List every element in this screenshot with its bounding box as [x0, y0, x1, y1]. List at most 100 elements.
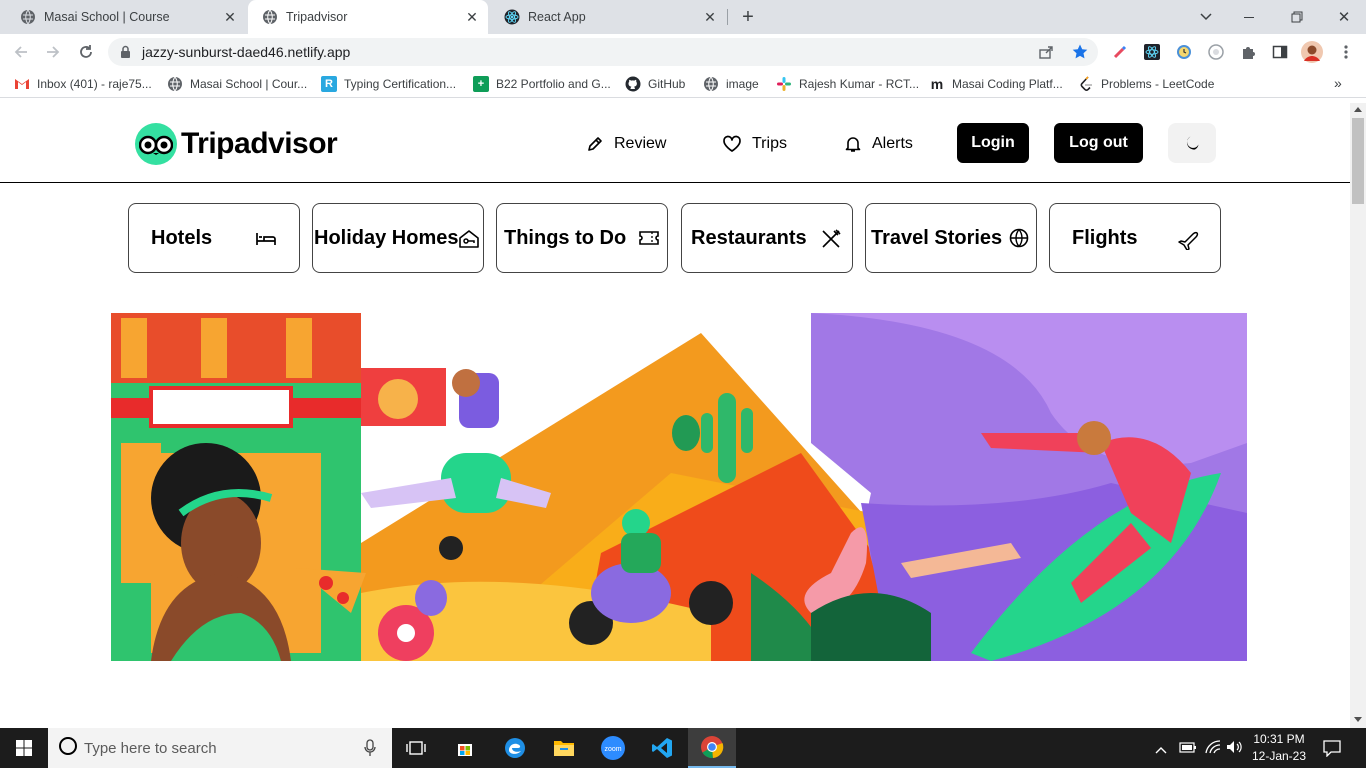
tab-title: Tripadvisor: [286, 10, 348, 24]
extension-icon[interactable]: [1204, 40, 1228, 64]
side-panel-icon[interactable]: [1268, 40, 1292, 64]
slack-icon: [776, 76, 792, 92]
category-holiday-homes[interactable]: Holiday Homes: [312, 203, 484, 273]
tab-title: Masai School | Course: [44, 10, 170, 24]
owl-logo-icon: [135, 123, 177, 165]
bookmark-label: B22 Portfolio and G...: [496, 77, 611, 91]
scroll-down-icon[interactable]: [1354, 717, 1362, 722]
nav-label: Review: [614, 135, 667, 152]
bookmark-masai-coding[interactable]: m Masai Coding Platf...: [929, 74, 1063, 94]
page-scrollbar[interactable]: [1350, 103, 1366, 728]
bookmark-gmail[interactable]: Inbox (401) - raje75...: [14, 74, 152, 94]
nav-trips[interactable]: Trips: [722, 133, 787, 155]
logo-text: Tripadvisor: [181, 127, 338, 160]
plane-icon: [1178, 228, 1200, 256]
vscode-icon[interactable]: [638, 728, 686, 768]
forward-icon[interactable]: [41, 40, 65, 64]
bookmark-label: Typing Certification...: [344, 77, 457, 91]
wifi-icon[interactable]: [1204, 739, 1222, 760]
timer-extension-icon[interactable]: [1172, 40, 1196, 64]
clock-date: 12-Jan-23: [1251, 749, 1307, 763]
nav-label: Alerts: [872, 135, 913, 152]
bookmark-label: Rajesh Kumar - RCT...: [799, 77, 920, 91]
show-hidden-icons-icon[interactable]: [1155, 741, 1167, 759]
zoom-icon[interactable]: zoom: [589, 728, 637, 768]
category-things-to-do[interactable]: Things to Do: [496, 203, 668, 273]
chrome-menu-icon[interactable]: [1334, 40, 1358, 64]
search-placeholder: Type here to search: [84, 739, 217, 757]
github-icon: [625, 76, 641, 92]
microsoft-store-icon[interactable]: [441, 728, 489, 768]
nav-alerts[interactable]: Alerts: [844, 133, 913, 155]
bookmark-image[interactable]: image: [703, 74, 759, 94]
puzzle-extensions-icon[interactable]: [1236, 40, 1260, 64]
volume-icon[interactable]: [1226, 740, 1244, 759]
taskbar-clock[interactable]: 10:31 PM 12-Jan-23: [1248, 731, 1310, 765]
bookmark-rajesh-kumar[interactable]: Rajesh Kumar - RCT...: [776, 74, 919, 94]
site-header: Tripadvisor Review Trips Alerts Login Lo…: [0, 103, 1350, 183]
bookmark-github[interactable]: GitHub: [625, 74, 685, 94]
react-devtools-icon[interactable]: [1140, 40, 1164, 64]
more-bookmarks-icon[interactable]: »: [1334, 75, 1342, 91]
bookmark-b22-portfolio[interactable]: + B22 Portfolio and G...: [473, 74, 611, 94]
bookmark-leetcode[interactable]: Problems - LeetCode: [1078, 74, 1214, 94]
tab-tripadvisor[interactable]: Tripadvisor ✕: [248, 0, 488, 34]
bed-icon: [255, 228, 277, 256]
hero-illustration: [111, 313, 1247, 661]
category-label: Holiday Homes: [314, 226, 459, 249]
share-icon[interactable]: [1038, 44, 1054, 65]
bookmark-label: Masai School | Cour...: [190, 77, 308, 91]
logout-button[interactable]: Log out: [1054, 123, 1143, 163]
chrome-taskbar-icon[interactable]: [688, 728, 736, 768]
taskbar-search-input[interactable]: Type here to search: [48, 728, 392, 768]
category-label: Restaurants: [691, 226, 807, 249]
lock-icon[interactable]: [120, 45, 131, 64]
new-tab-button[interactable]: +: [736, 5, 760, 29]
masai-icon: m: [930, 76, 944, 92]
category-label: Things to Do: [504, 226, 627, 249]
reload-icon[interactable]: [74, 40, 98, 64]
url-text[interactable]: jazzy-sunburst-daed46.netlify.app: [142, 44, 350, 60]
tab-divider: [727, 9, 728, 25]
restore-window-icon[interactable]: [1285, 6, 1309, 28]
category-flights[interactable]: Flights: [1049, 203, 1221, 273]
globe-icon: [1009, 228, 1029, 254]
react-icon: [504, 9, 520, 25]
category-travel-stories[interactable]: Travel Stories: [865, 203, 1037, 273]
close-tab-icon[interactable]: ✕: [462, 7, 482, 27]
close-tab-icon[interactable]: ✕: [700, 7, 720, 27]
tab-masai-school[interactable]: Masai School | Course ✕: [6, 0, 246, 34]
typing-icon: R: [321, 76, 337, 92]
notifications-icon[interactable]: [1322, 739, 1342, 762]
edge-browser-icon[interactable]: [491, 728, 539, 768]
close-tab-icon[interactable]: ✕: [220, 7, 240, 27]
nav-review[interactable]: Review: [586, 133, 666, 155]
bookmark-masai-school[interactable]: Masai School | Cour...: [167, 74, 307, 94]
back-icon[interactable]: [9, 40, 33, 64]
close-window-icon[interactable]: ✕: [1332, 6, 1356, 28]
tripadvisor-logo[interactable]: Tripadvisor: [135, 123, 338, 165]
windows-start-icon[interactable]: [0, 728, 48, 768]
tab-react-app[interactable]: React App ✕: [490, 0, 726, 34]
minimize-window-icon[interactable]: [1237, 6, 1261, 28]
colorpick-extension-icon[interactable]: [1108, 40, 1132, 64]
profile-avatar[interactable]: [1300, 40, 1324, 64]
battery-icon[interactable]: [1179, 740, 1197, 759]
bookmark-label: Problems - LeetCode: [1101, 77, 1215, 91]
bookmark-star-icon[interactable]: [1071, 43, 1089, 66]
category-hotels[interactable]: Hotels: [128, 203, 300, 273]
moon-icon: [1186, 136, 1199, 150]
microphone-icon[interactable]: [364, 739, 376, 762]
address-bar[interactable]: jazzy-sunburst-daed46.netlify.app: [108, 38, 1098, 66]
bookmark-typing-certification[interactable]: R Typing Certification...: [321, 74, 456, 94]
login-button[interactable]: Login: [957, 123, 1029, 163]
tab-search-icon[interactable]: [1194, 6, 1218, 28]
file-explorer-icon[interactable]: [540, 728, 588, 768]
ticket-icon: [638, 228, 660, 254]
category-restaurants[interactable]: Restaurants: [681, 203, 853, 273]
scroll-up-icon[interactable]: [1354, 107, 1362, 112]
scrollbar-thumb[interactable]: [1352, 118, 1364, 204]
dark-mode-toggle[interactable]: [1168, 123, 1216, 163]
task-view-icon[interactable]: [392, 728, 440, 768]
heart-icon: [723, 135, 741, 152]
